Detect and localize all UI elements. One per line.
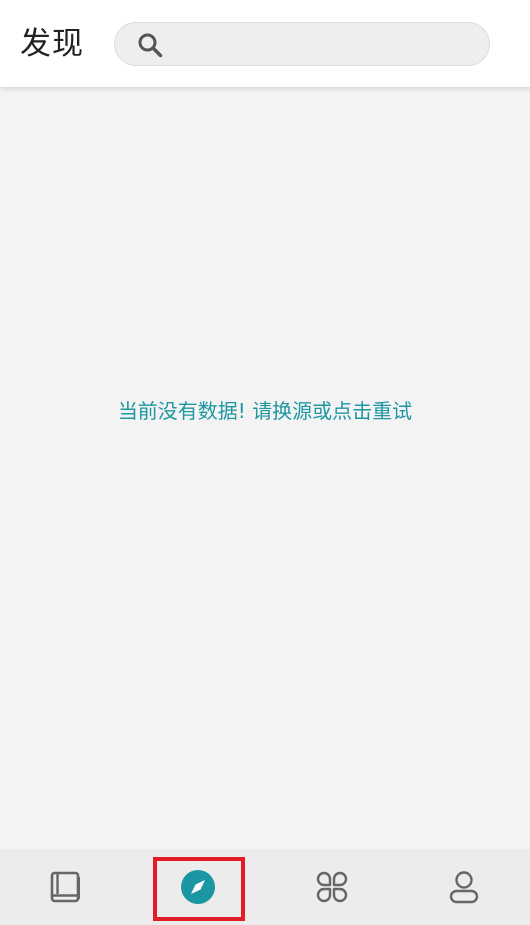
page-title: 发现 [20,26,84,62]
nav-item-my[interactable] [398,849,530,925]
app-header: 发现 [0,0,530,87]
book-icon [50,871,80,903]
nav-item-rss[interactable] [266,849,398,925]
bottom-navigation [0,849,530,925]
discover-content: 当前没有数据! 请换源或点击重试 [0,87,530,849]
nav-item-discover[interactable] [132,849,264,925]
search-icon [138,33,163,58]
empty-retry-message[interactable]: 当前没有数据! 请换源或点击重试 [0,397,530,425]
compass-icon [181,870,215,904]
search-bar[interactable] [114,22,490,66]
search-input[interactable] [173,23,473,65]
command-icon [316,871,348,903]
nav-item-bookshelf[interactable] [0,849,132,925]
person-icon [449,871,479,904]
